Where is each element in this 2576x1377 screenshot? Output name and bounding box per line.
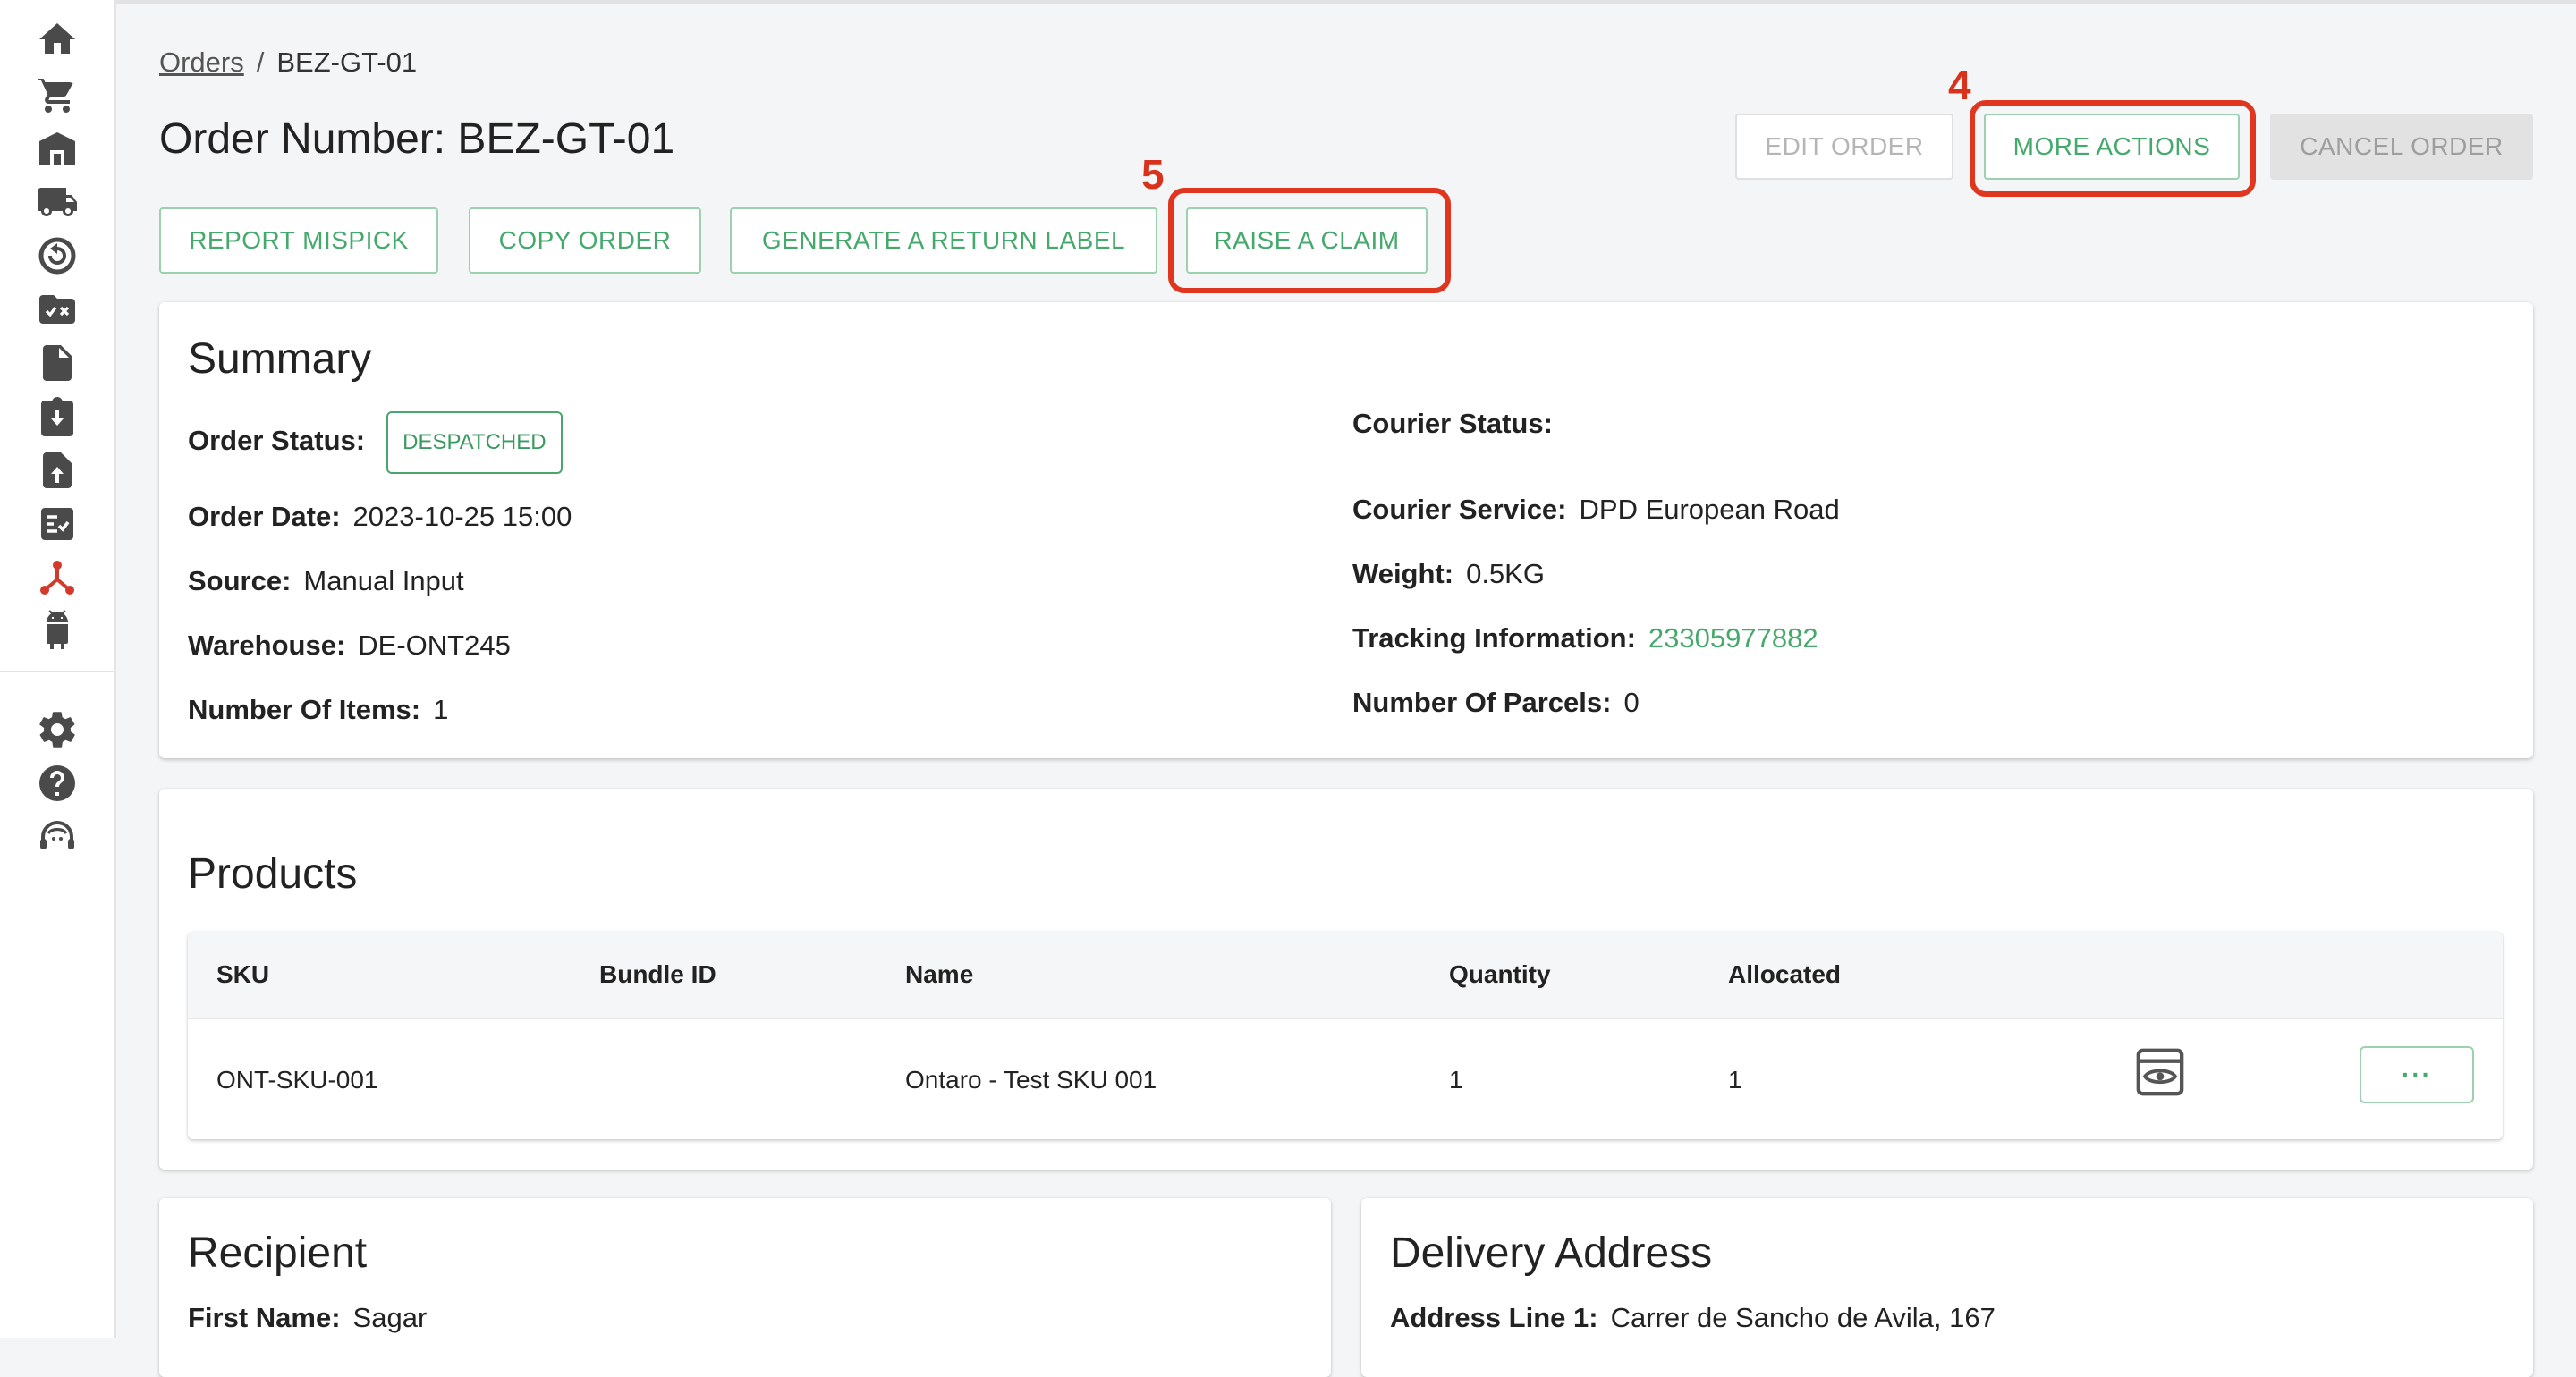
delivery-address-title: Delivery Address (1390, 1229, 1713, 1277)
breadcrumb-current: BEZ-GT-01 (276, 46, 418, 78)
parcels-field: Number Of Parcels: 0 (1352, 687, 1640, 719)
parcels-label: Number Of Parcels: (1352, 687, 1612, 718)
products-title: Products (188, 850, 358, 898)
generate-return-label-button[interactable]: GENERATE A RETURN LABEL (730, 207, 1157, 274)
breadcrumb-orders-link[interactable]: Orders (159, 46, 244, 78)
first-name-value: Sagar (352, 1302, 428, 1333)
report-mispick-button[interactable]: REPORT MISPICK (159, 207, 438, 274)
courier-service-field: Courier Service: DPD European Road (1352, 494, 1840, 526)
table-header: SKU Bundle ID Name Quantity Allocated (188, 932, 2503, 1019)
courier-status-field: Courier Status: (1352, 408, 1565, 440)
annotation-box-more-actions (1970, 100, 2256, 197)
sidebar (0, 0, 116, 1338)
clipboard-download-icon[interactable] (36, 395, 79, 438)
parcels-value: 0 (1623, 687, 1640, 718)
settings-icon[interactable] (36, 708, 79, 751)
order-date-label: Order Date: (188, 501, 341, 532)
row-quantity: 1 (1449, 1066, 1463, 1094)
row-more-options-button[interactable]: ··· (2360, 1046, 2474, 1103)
first-name-field: First Name: Sagar (188, 1302, 427, 1334)
products-table: SKU Bundle ID Name Quantity Allocated ON… (188, 932, 2503, 1139)
top-border (0, 0, 2576, 4)
items-label: Number Of Items: (188, 694, 421, 725)
page-title: Order Number: BEZ-GT-01 (159, 115, 675, 163)
annotation-number-5: 5 (1141, 151, 1165, 198)
support-agent-icon[interactable] (36, 815, 79, 858)
tracking-label: Tracking Information: (1352, 622, 1636, 654)
cart-icon[interactable] (36, 73, 79, 116)
copy-order-button[interactable]: COPY ORDER (469, 207, 701, 274)
annotation-number-4: 4 (1948, 62, 1971, 108)
sidebar-divider (0, 671, 114, 672)
first-name-label: First Name: (188, 1302, 341, 1333)
courier-service-value: DPD European Road (1579, 494, 1840, 525)
view-eye-icon[interactable] (2134, 1046, 2186, 1098)
warehouse-icon[interactable] (36, 127, 79, 170)
edit-order-button[interactable]: EDIT ORDER (1735, 114, 1953, 180)
column-header-name: Name (905, 960, 974, 988)
summary-card: Summary Order Status: DESPATCHED Order Da… (159, 302, 2533, 758)
row-sku: ONT-SKU-001 (216, 1066, 378, 1094)
home-icon[interactable] (36, 18, 79, 61)
file-upload-icon[interactable] (36, 449, 79, 492)
breadcrumb-separator: / (256, 46, 265, 78)
row-allocated: 1 (1728, 1066, 1742, 1094)
column-header-sku: SKU (216, 960, 270, 988)
products-card: Products SKU Bundle ID Name Quantity All… (159, 789, 2533, 1170)
weight-label: Weight: (1352, 558, 1454, 589)
warehouse-field: Warehouse: DE-ONT245 (188, 629, 511, 662)
breadcrumb: Orders / BEZ-GT-01 (159, 46, 417, 79)
column-header-allocated: Allocated (1728, 960, 1842, 988)
delivery-address-card: Delivery Address Address Line 1: Carrer d… (1361, 1198, 2533, 1377)
order-date-value: 2023-10-25 15:00 (352, 501, 572, 532)
checklist-icon[interactable] (36, 503, 79, 545)
android-icon[interactable] (36, 610, 79, 653)
items-value: 1 (433, 694, 449, 725)
row-name: Ontaro - Test SKU 001 (905, 1066, 1157, 1094)
source-value: Manual Input (303, 565, 464, 596)
column-header-bundle-id: Bundle ID (599, 960, 716, 988)
integrations-icon[interactable] (36, 556, 79, 599)
summary-title: Summary (188, 335, 372, 383)
source-field: Source: Manual Input (188, 565, 464, 597)
weight-field: Weight: 0.5KG (1352, 558, 1545, 590)
courier-status-label: Courier Status: (1352, 408, 1553, 439)
truck-icon[interactable] (36, 181, 79, 224)
returns-icon[interactable] (36, 234, 79, 277)
annotation-box-raise-claim (1168, 188, 1451, 293)
address-line-1-value: Carrer de Sancho de Avila, 167 (1610, 1302, 1996, 1333)
courier-service-label: Courier Service: (1352, 494, 1567, 525)
cancel-order-button[interactable]: CANCEL ORDER (2270, 114, 2533, 180)
status-badge: DESPATCHED (386, 410, 563, 474)
tracking-field: Tracking Information: 23305977882 (1352, 622, 1818, 655)
tracking-link[interactable]: 23305977882 (1648, 622, 1818, 654)
column-header-quantity: Quantity (1449, 960, 1551, 988)
address-line-1-field: Address Line 1: Carrer de Sancho de Avila… (1390, 1302, 1996, 1334)
address-line-1-label: Address Line 1: (1390, 1302, 1598, 1333)
order-status-label: Order Status: (188, 425, 366, 456)
help-icon[interactable] (36, 762, 79, 805)
document-icon[interactable] (36, 342, 79, 384)
order-date-field: Order Date: 2023-10-25 15:00 (188, 501, 572, 533)
recipient-title: Recipient (188, 1229, 368, 1277)
order-status-field: Order Status: DESPATCHED (188, 408, 563, 474)
recipient-card: Recipient First Name: Sagar (159, 1198, 1331, 1377)
source-label: Source: (188, 565, 292, 596)
weight-value: 0.5KG (1466, 558, 1545, 589)
folder-check-icon[interactable] (36, 288, 79, 331)
warehouse-value: DE-ONT245 (358, 629, 511, 661)
warehouse-label: Warehouse: (188, 629, 346, 661)
items-field: Number Of Items: 1 (188, 694, 448, 726)
